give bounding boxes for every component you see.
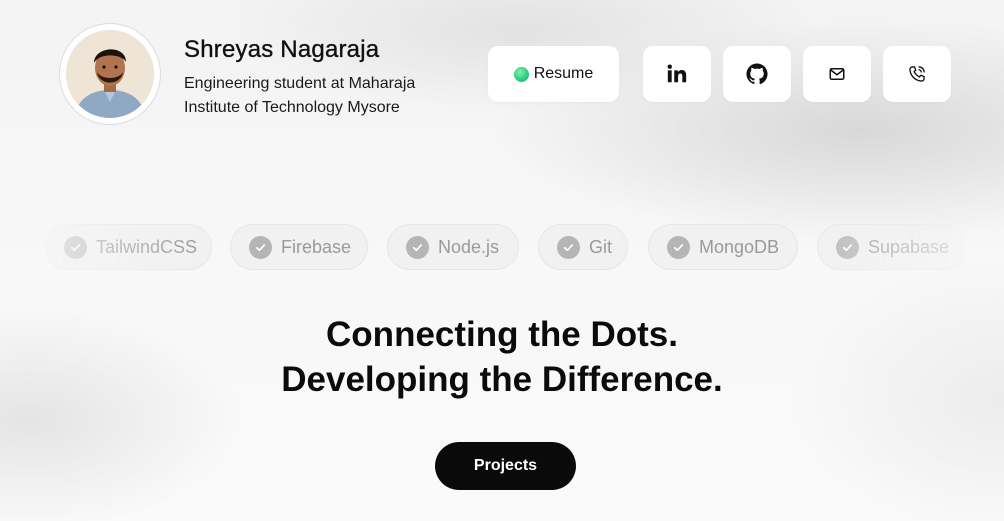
hero-line-1: Connecting the Dots. — [326, 315, 678, 354]
skill-label: Node.js — [438, 236, 500, 257]
check-icon — [64, 235, 87, 259]
skill-label: Supabase — [868, 236, 950, 257]
skill-chip: TailwindCSS — [45, 224, 212, 270]
skill-chip: Supabase — [817, 224, 964, 270]
linkedin-button[interactable] — [643, 46, 711, 102]
github-button[interactable] — [723, 46, 791, 102]
resume-button[interactable]: Resume — [488, 46, 619, 102]
status-dot-icon — [513, 66, 529, 82]
profile-photo — [66, 30, 154, 118]
skill-label: Git — [589, 236, 613, 257]
hero-heading: Connecting the Dots. Developing the Diff… — [0, 312, 1004, 402]
check-icon — [557, 235, 580, 259]
check-icon — [249, 235, 272, 259]
skill-chip: MongoDB — [648, 224, 798, 270]
profile-name: Shreyas Nagaraja — [184, 36, 380, 63]
skills-marquee: TailwindCSS Firebase Node.js Git MongoDB… — [40, 224, 964, 272]
github-icon — [746, 63, 768, 85]
hero-line-2: Developing the Difference. — [281, 360, 723, 399]
skill-chip: Firebase — [230, 224, 368, 270]
check-icon — [836, 235, 859, 259]
projects-button[interactable]: Projects — [435, 442, 576, 490]
avatar — [60, 24, 160, 124]
phone-button[interactable] — [883, 46, 951, 102]
skill-label: MongoDB — [699, 236, 780, 257]
linkedin-icon — [667, 64, 687, 83]
profile-tagline: Engineering student at Maharaja Institut… — [184, 75, 416, 116]
skill-label: TailwindCSS — [95, 236, 197, 257]
check-icon — [406, 235, 429, 259]
skill-label: Firebase — [281, 236, 352, 257]
resume-label: Resume — [533, 65, 594, 82]
phone-icon — [909, 66, 925, 82]
mail-icon — [829, 68, 845, 80]
skill-chip: Git — [538, 224, 628, 270]
check-icon — [667, 235, 690, 259]
mail-button[interactable] — [803, 46, 871, 102]
skill-chip: Node.js — [387, 224, 519, 270]
